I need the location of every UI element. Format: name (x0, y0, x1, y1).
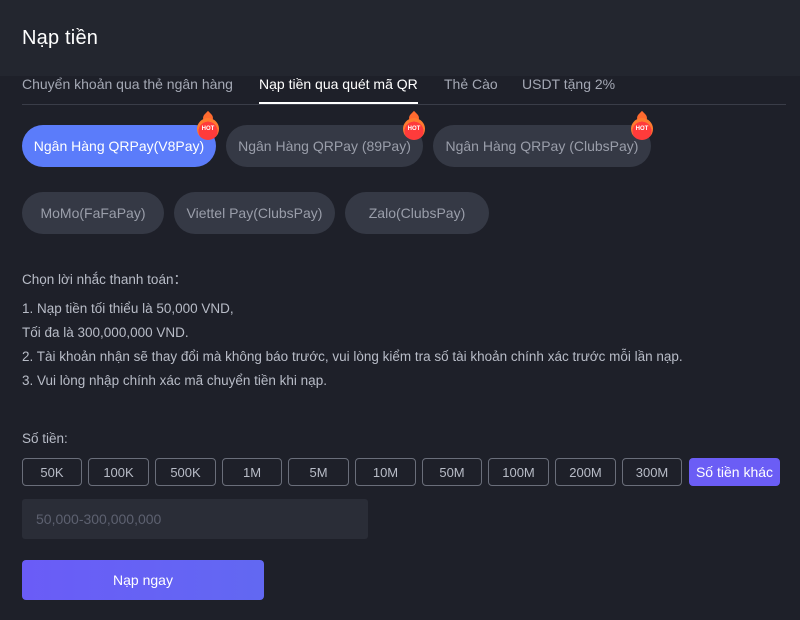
method-qrpay-89pay[interactable]: Ngân Hàng QRPay (89Pay) (226, 125, 423, 167)
amount-other-button[interactable]: Số tiền khác (689, 458, 780, 486)
tab-bar: Chuyển khoản qua thẻ ngân hàng Nạp tiền … (22, 74, 786, 105)
method-viettel-pay[interactable]: Viettel Pay(ClubsPay) (174, 192, 335, 234)
method-label: MoMo(FaFaPay) (40, 205, 146, 221)
notes-heading: Chọn lời nhắc thanh toán： (22, 272, 187, 287)
tab-qr-deposit[interactable]: Nạp tiền qua quét mã QR (259, 76, 418, 104)
amount-option-50k[interactable]: 50K (22, 458, 82, 486)
amount-option-10m[interactable]: 10M (355, 458, 416, 486)
dialog-header: Nạp tiền (0, 0, 800, 76)
amount-option-300m[interactable]: 300M (622, 458, 682, 486)
amount-option-200m[interactable]: 200M (555, 458, 616, 486)
hot-badge-icon: HOT (403, 118, 425, 140)
amount-option-1m[interactable]: 1M (222, 458, 282, 486)
note-line: 2. Tài khoản nhận sẽ thay đổi mà không b… (22, 349, 683, 364)
amount-label: Số tiền: (22, 431, 68, 446)
hot-badge-icon: HOT (197, 118, 219, 140)
tab-usdt[interactable]: USDT tặng 2% (522, 76, 615, 92)
note-line: 3. Vui lòng nhập chính xác mã chuyển tiề… (22, 373, 327, 388)
method-label: Ngân Hàng QRPay (89Pay) (238, 138, 411, 154)
tab-bank-transfer[interactable]: Chuyển khoản qua thẻ ngân hàng (22, 76, 233, 92)
method-zalo[interactable]: Zalo(ClubsPay) (345, 192, 489, 234)
method-qrpay-clubspay[interactable]: Ngân Hàng QRPay (ClubsPay) (433, 125, 651, 167)
method-qrpay-v8pay[interactable]: Ngân Hàng QRPay(V8Pay) (22, 125, 216, 167)
note-line: 1. Nạp tiền tối thiểu là 50,000 VND, (22, 301, 234, 316)
amount-option-5m[interactable]: 5M (288, 458, 349, 486)
method-momo-fafapay[interactable]: MoMo(FaFaPay) (22, 192, 164, 234)
method-label: Viettel Pay(ClubsPay) (186, 205, 323, 221)
method-label: Ngân Hàng QRPay (ClubsPay) (445, 138, 639, 154)
method-label: Zalo(ClubsPay) (368, 205, 466, 221)
amount-input[interactable] (22, 499, 368, 539)
tab-scratch-card[interactable]: Thẻ Cào (444, 76, 498, 92)
amount-option-50m[interactable]: 50M (422, 458, 482, 486)
method-label: Ngân Hàng QRPay(V8Pay) (33, 138, 205, 154)
amount-option-100m[interactable]: 100M (488, 458, 549, 486)
note-line: Tối đa là 300,000,000 VND. (22, 325, 189, 340)
page-title: Nạp tiền (22, 27, 99, 49)
hot-badge-icon: HOT (631, 118, 653, 140)
amount-option-500k[interactable]: 500K (155, 458, 216, 486)
amount-option-100k[interactable]: 100K (88, 458, 149, 486)
deposit-now-button[interactable]: Nạp ngay (22, 560, 264, 600)
